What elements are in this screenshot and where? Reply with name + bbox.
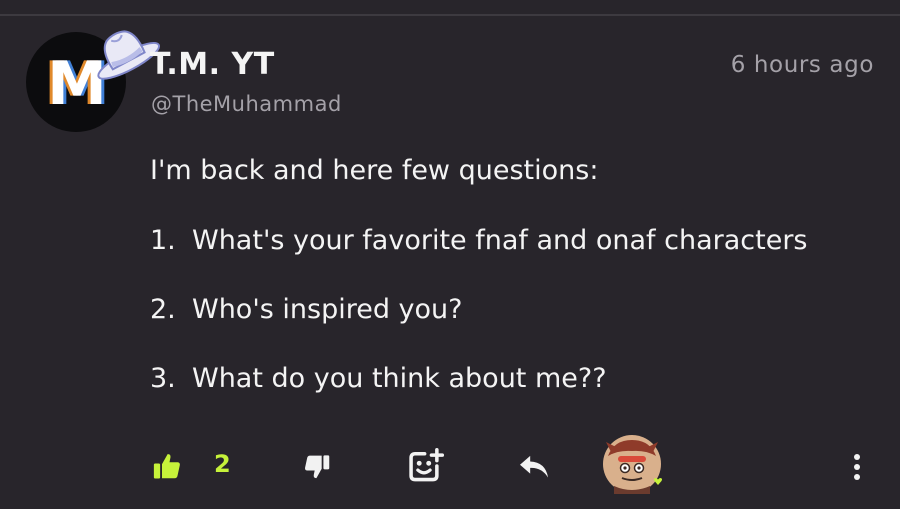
- list-item-text: What do you think about me??: [192, 363, 607, 394]
- add-reaction-button[interactable]: [406, 446, 446, 486]
- add-reaction-icon: [409, 447, 445, 482]
- post-intro: I'm back and here few questions:: [150, 155, 599, 186]
- author-handle[interactable]: @TheMuhammad: [151, 92, 342, 116]
- like-count: 2: [214, 450, 231, 478]
- reply-button[interactable]: [516, 450, 552, 482]
- post-body: I'm back and here few questions: 1. What'…: [150, 153, 880, 430]
- list-item: 2. Who's inspired you?: [150, 292, 880, 328]
- reactor-avatar[interactable]: [602, 434, 663, 494]
- thumbs-up-icon: [153, 454, 180, 479]
- dislike-button[interactable]: [300, 450, 334, 484]
- like-button[interactable]: [150, 449, 184, 483]
- list-item-number: 1.: [150, 225, 176, 256]
- thumbs-down-icon: [304, 455, 330, 479]
- more-options-button[interactable]: [846, 450, 868, 484]
- list-item: 1. What's your favorite fnaf and onaf cha…: [150, 223, 880, 259]
- reactor-avatar-image: [603, 435, 663, 494]
- list-item-number: 3.: [150, 363, 176, 394]
- action-bar: 2: [0, 435, 900, 500]
- list-item-text: Who's inspired you?: [192, 294, 463, 325]
- list-item-text: What's your favorite fnaf and onaf chara…: [192, 225, 808, 256]
- question-list: 1. What's your favorite fnaf and onaf cha…: [150, 223, 880, 397]
- more-vertical-icon: [854, 454, 860, 480]
- list-item-number: 2.: [150, 294, 176, 325]
- reply-icon: [520, 455, 548, 478]
- list-item: 3. What do you think about me??: [150, 361, 880, 397]
- post-timestamp: 6 hours ago: [730, 52, 874, 78]
- comment-post: M T.M. YT @TheMuhammad 6 hours ago I'm b…: [0, 0, 900, 509]
- author-display-name[interactable]: T.M. YT: [150, 47, 275, 82]
- author-avatar[interactable]: M: [26, 30, 161, 132]
